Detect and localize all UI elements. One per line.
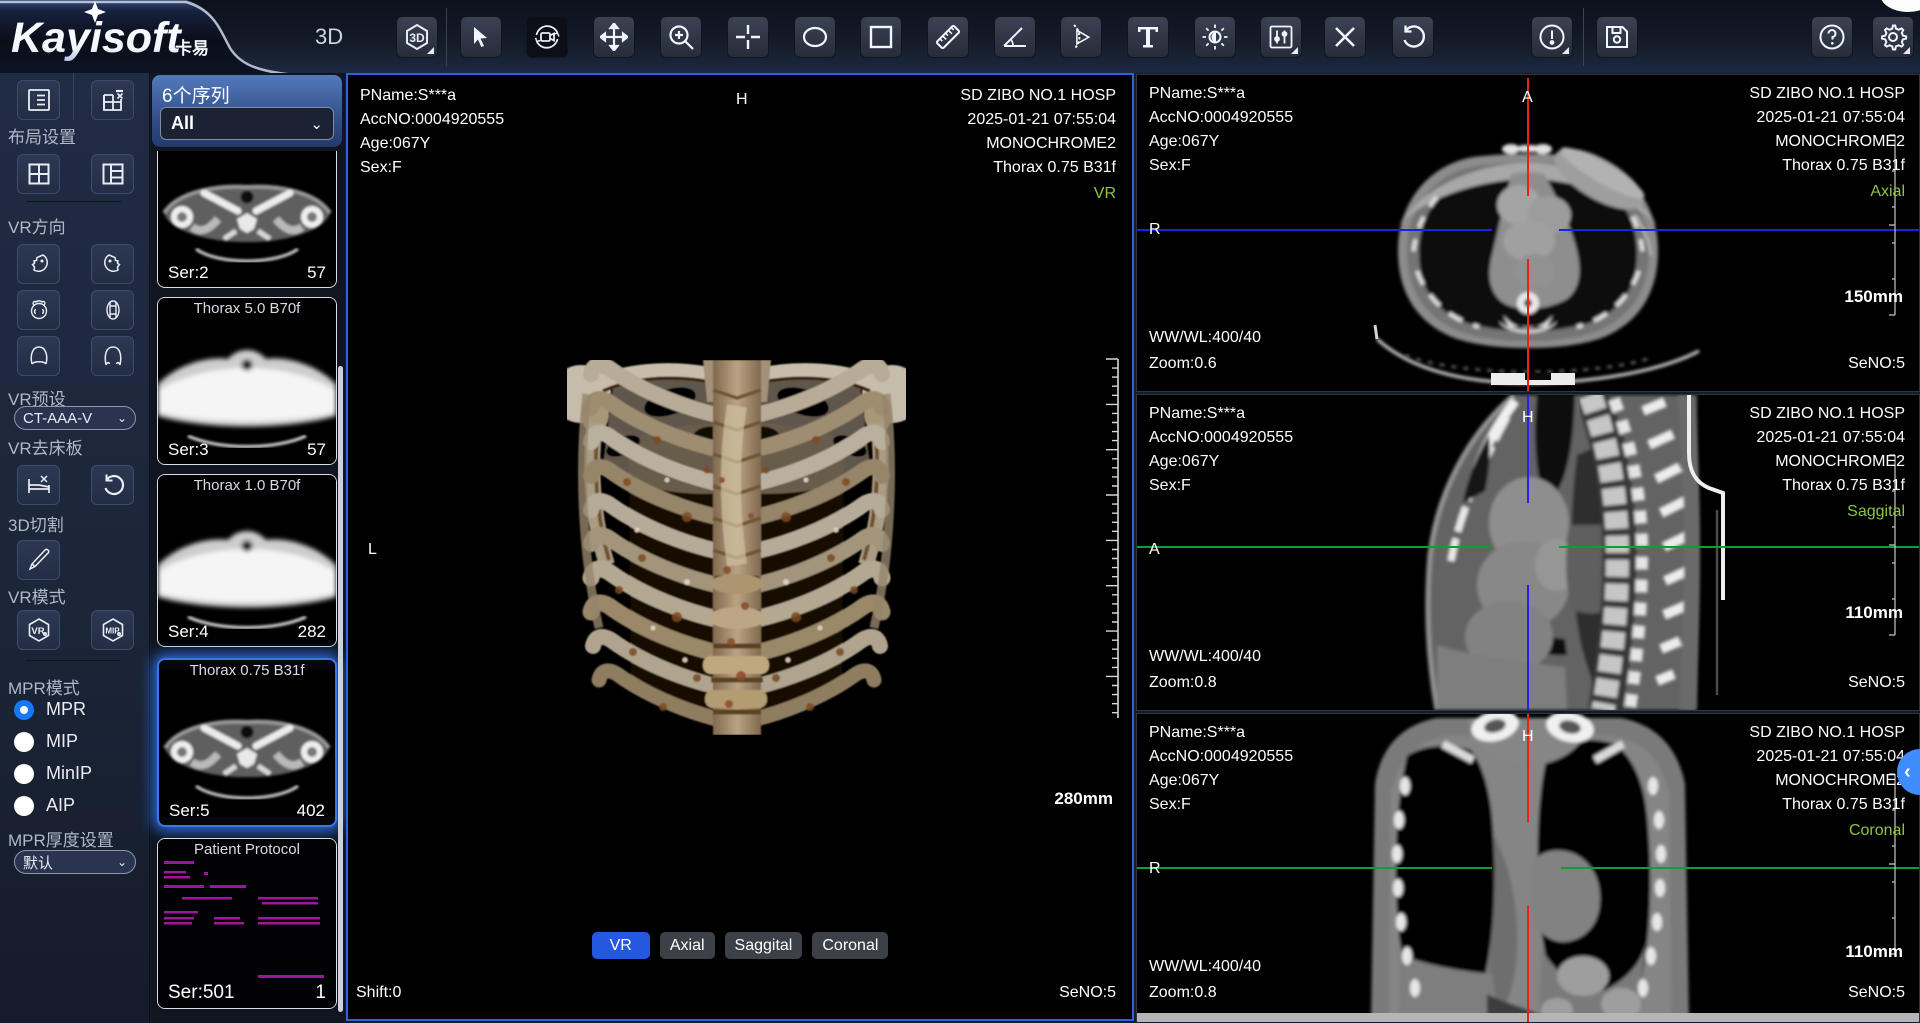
svg-text:卡易: 卡易 xyxy=(175,38,209,58)
svg-text:3D: 3D xyxy=(409,31,425,45)
svg-text:VR: VR xyxy=(31,626,44,637)
svg-text:Kayisoft: Kayisoft xyxy=(11,14,182,62)
